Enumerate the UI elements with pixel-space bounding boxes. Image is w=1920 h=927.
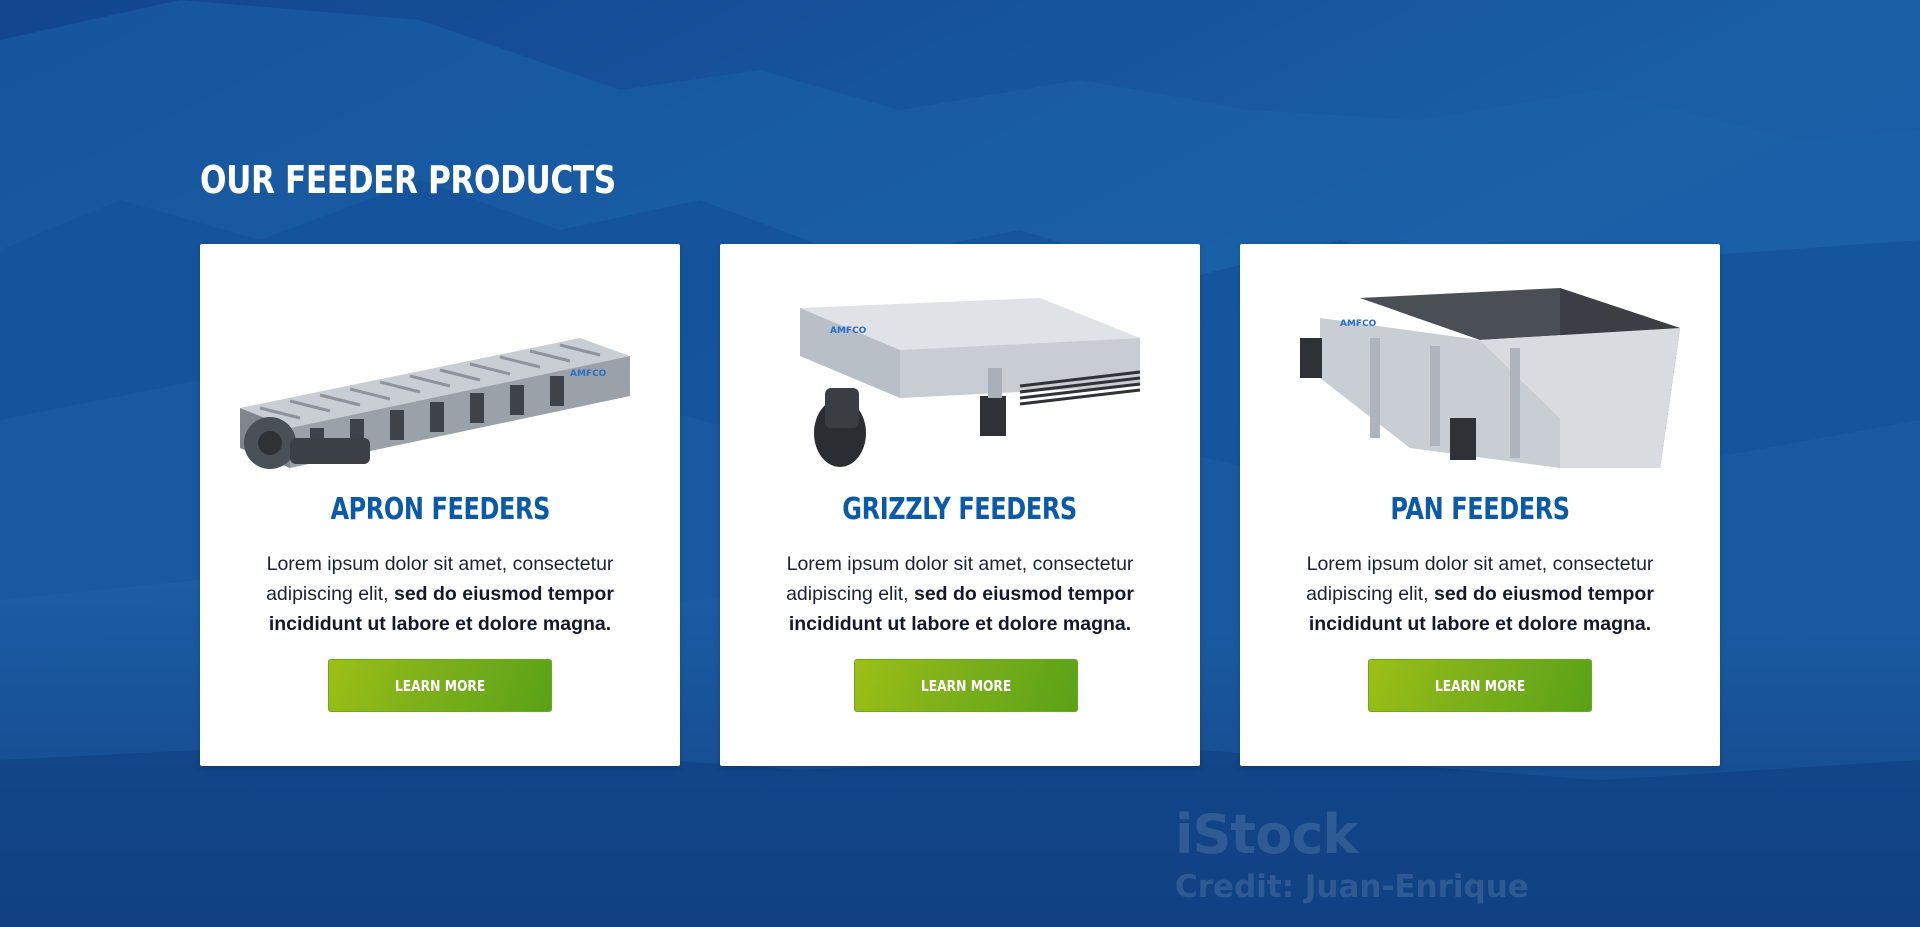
product-title: APRON FEEDERS: [330, 492, 550, 527]
apron-feeder-icon: AMFCO: [240, 338, 630, 469]
product-card-grizzly: AMFCO GRIZZLY FEEDERS Lorem ipsum dolor …: [720, 244, 1200, 766]
product-description: Lorem ipsum dolor sit amet, consectetur …: [266, 553, 614, 635]
product-description: Lorem ipsum dolor sit amet, consectetur …: [786, 553, 1134, 635]
learn-more-button[interactable]: LEARN MORE: [328, 659, 552, 712]
grizzly-feeder-icon: AMFCO: [800, 298, 1141, 467]
pan-feeder-icon: AMFCO: [1300, 288, 1680, 468]
svg-text:AMFCO: AMFCO: [1340, 319, 1377, 329]
product-description: Lorem ipsum dolor sit amet, consectetur …: [1306, 553, 1654, 635]
product-card-pan: AMFCO PAN FEEDERS Lorem ipsum dolor sit …: [1240, 244, 1720, 766]
product-card-apron: AMFCO APRON FEEDERS Lorem ipsum dolor si…: [200, 244, 680, 766]
product-title: GRIZZLY FEEDERS: [842, 492, 1078, 527]
watermark-brand: iStock: [1175, 803, 1358, 866]
learn-more-button[interactable]: LEARN MORE: [854, 659, 1078, 712]
svg-text:AMFCO: AMFCO: [830, 326, 867, 336]
stock-photo-watermark: iStock Credit: Juan-Enrique: [1175, 808, 1529, 903]
watermark-credit: Credit: Juan-Enrique: [1175, 869, 1529, 905]
section-title: OUR FEEDER PRODUCTS: [200, 158, 616, 202]
learn-more-button[interactable]: LEARN MORE: [1368, 659, 1592, 712]
svg-text:AMFCO: AMFCO: [570, 369, 607, 379]
product-title: PAN FEEDERS: [1390, 492, 1570, 527]
product-cards: AMFCO APRON FEEDERS Lorem ipsum dolor si…: [200, 244, 1720, 766]
